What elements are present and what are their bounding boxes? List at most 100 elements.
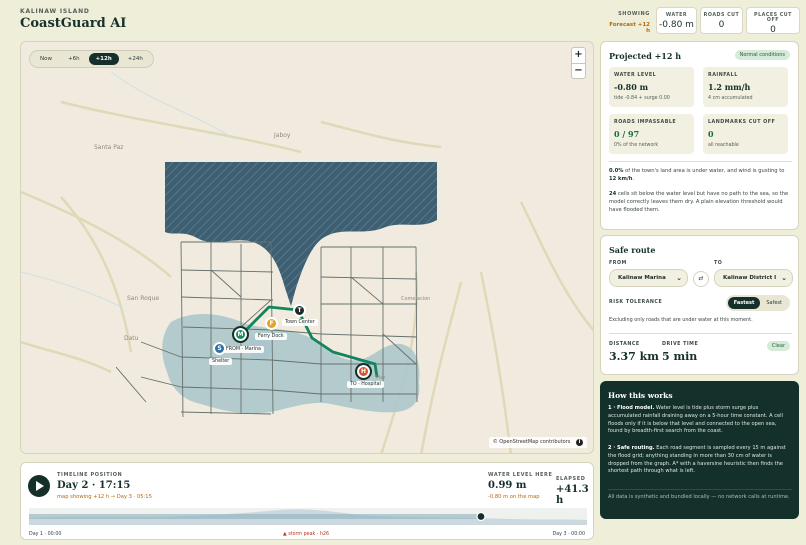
note-text: cells sit below the water level but have… [609, 191, 789, 213]
distance-value: 3.37 km [609, 350, 659, 363]
storm-peak-label: ▲ storm peak · h26 [283, 532, 330, 537]
marker-glyph: T [297, 307, 302, 314]
elapsed-value: +41.3 h [556, 484, 589, 506]
timeline-played-range [29, 514, 481, 519]
note-text: . [632, 176, 635, 182]
safe-route-card: Safe route FROM Kalinaw Marina ⌄ ⇄ TO Ka… [600, 235, 799, 375]
from-select[interactable]: Kalinaw Marina ⌄ [609, 269, 688, 287]
metric-sub: all reachable [708, 143, 739, 148]
marker-label: Shelter [209, 358, 233, 365]
flood-map[interactable]: Jaboy Santa Paz San Roque Datu Comelacio… [20, 41, 594, 454]
water-level-value: 0.99 m [488, 480, 527, 491]
clear-route-button[interactable]: Clear [766, 341, 790, 351]
risk-option-safest[interactable]: Safest [760, 297, 788, 309]
how-flood-model: 1 · Flood model. Water level is tide plu… [608, 405, 792, 436]
metric-sub: 0% of the network [614, 143, 659, 148]
timeline-panel: TIMELINE POSITION Day 2 · 17:15 map show… [20, 462, 594, 540]
info-icon[interactable]: i [576, 439, 583, 446]
attribution-text[interactable]: © OpenStreetMap contributors [493, 439, 571, 445]
swap-route-button[interactable]: ⇄ [693, 271, 709, 287]
island-name: KALINAW ISLAND [20, 8, 90, 15]
to-select-value: Kalinaw District I [723, 275, 777, 281]
stat-water: WATER -0.80 m [656, 7, 697, 34]
showing-label: SHOWING [618, 11, 650, 17]
metric-rainfall: RAINFALL 1.2 mm/h 4 cm accumulated [703, 67, 788, 107]
time-option-12h[interactable]: +12h [88, 53, 119, 65]
marker-glyph: F [269, 320, 274, 327]
metric-landmarks-cut-off: LANDMARKS CUT OFF 0 all reachable [703, 114, 788, 154]
forecast-time-selector: Now +6h +12h +24h [29, 50, 154, 68]
to-select[interactable]: Kalinaw District I ⌄ [714, 269, 793, 287]
chevron-down-icon: ⌄ [676, 274, 682, 282]
time-option-now[interactable]: Now [33, 53, 59, 65]
metric-sub: tide -0.84 + surge 0.00 [614, 96, 670, 101]
divider [608, 489, 792, 490]
zoom-out-button[interactable]: − [572, 63, 585, 78]
metric-label: LANDMARKS CUT OFF [708, 120, 776, 125]
risk-tolerance-toggle: Fastest Safest [725, 295, 790, 311]
projected-title: Projected +12 h [609, 51, 682, 61]
place-label: San Roque [127, 295, 160, 302]
place-label: Santa Paz [94, 144, 124, 151]
map-canvas[interactable] [21, 42, 594, 454]
metric-sub: 4 cm accumulated [708, 96, 753, 101]
how-it-works-panel: How this works 1 · Flood model. Water le… [600, 381, 799, 519]
time-option-24h[interactable]: +24h [121, 53, 150, 65]
chevron-down-icon: ⌄ [781, 274, 787, 282]
map-attribution: © OpenStreetMap contributors i [488, 437, 587, 448]
how-step-title: 2 · Safe routing. [608, 445, 655, 451]
metric-label: WATER LEVEL [614, 73, 657, 78]
water-level-sub: -0.80 m on the map [488, 494, 540, 500]
timeline-position-label: TIMELINE POSITION [57, 472, 123, 478]
place-label: Datu [124, 335, 139, 342]
conditions-badge: Normal conditions [734, 50, 790, 60]
metric-value: 1.2 mm/h [708, 82, 751, 92]
stat-roads-cut-label: ROADS CUT [703, 13, 740, 18]
from-select-value: Kalinaw Marina [618, 275, 666, 281]
marker-town-center[interactable]: T [293, 304, 306, 317]
how-footer: All data is synthetic and bundled locall… [608, 494, 790, 500]
place-label: Comelacion [401, 296, 431, 302]
distance-label: DISTANCE [609, 342, 640, 347]
divider [609, 161, 792, 162]
marker-shelter[interactable]: S [213, 342, 226, 355]
zoom-in-button[interactable]: + [572, 48, 585, 63]
safe-route-title: Safe route [609, 245, 656, 255]
water-level-label: WATER LEVEL HERE [488, 472, 553, 478]
metric-label: ROADS IMPASSABLE [614, 120, 677, 125]
stat-places-cut-off-label: PLACES CUT OFF [754, 13, 792, 23]
stat-places-cut-off-value: 0 [770, 25, 776, 35]
marker-label: Ferry Dock [255, 333, 287, 340]
timeline-position-value: Day 2 · 17:15 [57, 480, 131, 491]
zoom-controls: + − [571, 47, 586, 79]
from-label: FROM [609, 261, 627, 266]
isolated-cells-note: 24 cells sit below the water level but h… [609, 190, 792, 214]
risk-option-fastest[interactable]: Fastest [727, 297, 761, 309]
showing-indicator: SHOWING Forecast +12 h [604, 11, 650, 34]
time-option-6h[interactable]: +6h [61, 53, 87, 65]
stat-water-label: WATER [665, 13, 688, 18]
wind-gust-value: 12 km/h [609, 176, 633, 182]
metric-water-level: WATER LEVEL -0.80 m tide -0.84 + surge 0… [609, 67, 694, 107]
marker-label: FROM · Marina [223, 346, 264, 353]
marker-to-hospital[interactable]: H [355, 363, 372, 380]
marker-label: Town Center [282, 319, 318, 326]
metric-label: RAINFALL [708, 73, 738, 78]
timeline-position-sub: map showing +12 h → Day 3 · 05:15 [57, 494, 152, 500]
projected-card: Projected +12 h Normal conditions WATER … [600, 41, 799, 230]
play-button[interactable] [28, 475, 50, 497]
risk-tolerance-label: RISK TOLERANCE [609, 300, 663, 305]
marker-label: TO · Hospital [347, 381, 384, 388]
metric-value: 0 [708, 129, 714, 139]
flood-extent-percent: 0.0% [609, 168, 624, 174]
how-step-title: 1 · Flood model. [608, 405, 655, 411]
timeline-end-label: Day 3 · 00:00 [552, 532, 585, 537]
stat-roads-cut: ROADS CUT 0 [700, 7, 743, 34]
flood-extent-note: 0.0% of the town's land area is under wa… [609, 167, 792, 183]
marker-from-marina[interactable]: M [232, 326, 249, 343]
timeline-scrubber[interactable] [29, 508, 587, 525]
timeline-start-label: Day 1 · 00:00 [29, 532, 62, 537]
marker-ferry-dock[interactable]: F [265, 317, 278, 330]
timeline-thumb[interactable] [476, 511, 486, 522]
risk-note: Excluding only roads that are under wate… [609, 317, 753, 323]
